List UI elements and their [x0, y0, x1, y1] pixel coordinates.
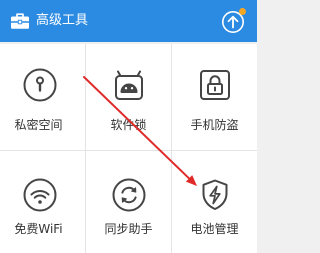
- sync-icon[interactable]: [111, 177, 147, 213]
- page-title: 高级工具: [36, 13, 89, 28]
- privacy-space-icon[interactable]: [22, 67, 58, 103]
- tool-free-wifi[interactable]: 免费WiFi: [0, 151, 85, 253]
- tool-battery-management[interactable]: 电池管理: [172, 151, 257, 253]
- tool-label: 电池管理: [190, 222, 239, 236]
- toolbox-icon: [11, 13, 29, 29]
- tool-sync-assistant[interactable]: 同步助手: [86, 151, 171, 253]
- battery-shield-icon[interactable]: [197, 177, 233, 213]
- header-bar: 高级工具: [0, 0, 257, 42]
- tool-label: 免费WiFi: [14, 222, 63, 236]
- tool-label: 同步助手: [104, 222, 153, 236]
- tool-private-space[interactable]: 私密空间: [0, 44, 85, 150]
- tool-label: 私密空间: [14, 118, 63, 132]
- tool-app-lock[interactable]: 软件锁: [86, 44, 171, 150]
- app-lock-icon[interactable]: [111, 67, 147, 103]
- tools-grid: 私密空间 软件锁 手机防盗 免费WiFi 同步助手 电池管理: [0, 44, 257, 253]
- wifi-icon[interactable]: [22, 177, 58, 213]
- anti-theft-icon[interactable]: [197, 67, 233, 103]
- notification-badge: [239, 8, 246, 15]
- tool-anti-theft[interactable]: 手机防盗: [172, 44, 257, 150]
- tool-label: 手机防盗: [190, 118, 239, 132]
- tool-label: 软件锁: [110, 118, 147, 132]
